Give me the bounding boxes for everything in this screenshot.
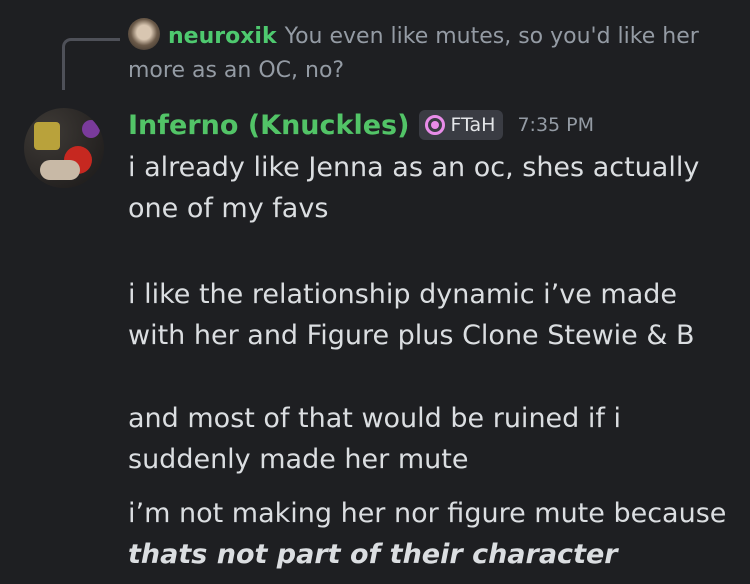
followup-text: i’m not making her nor figure mute becau… <box>128 498 727 529</box>
avatar-shape <box>34 122 60 150</box>
reply-preview[interactable]: neuroxik You even like mutes, so you'd li… <box>128 18 728 88</box>
message-paragraph: i already like Jenna as an oc, shes actu… <box>128 152 700 224</box>
message-paragraph: i like the relationship dynamic i’ve mad… <box>128 279 695 351</box>
server-tag-label: FTaH <box>450 114 496 136</box>
reply-connector-line <box>62 38 120 90</box>
followup-emphasis: thats not part of their character <box>128 539 618 570</box>
reply-author-avatar[interactable] <box>128 18 160 50</box>
avatar-shape <box>82 120 100 138</box>
message-header: Inferno (Knuckles) FTaH 7:35 PM <box>128 105 594 145</box>
author-avatar[interactable] <box>24 108 104 188</box>
avatar-shape <box>40 160 80 180</box>
ring-icon <box>425 115 446 135</box>
followup-message: i’m not making her nor figure mute becau… <box>128 493 728 575</box>
timestamp[interactable]: 7:35 PM <box>517 114 594 136</box>
server-tag[interactable]: FTaH <box>419 110 504 140</box>
author-name[interactable]: Inferno (Knuckles) <box>128 110 409 141</box>
reply-author-name[interactable]: neuroxik <box>168 24 277 49</box>
message-paragraph: and most of that would be ruined if i su… <box>128 403 621 475</box>
